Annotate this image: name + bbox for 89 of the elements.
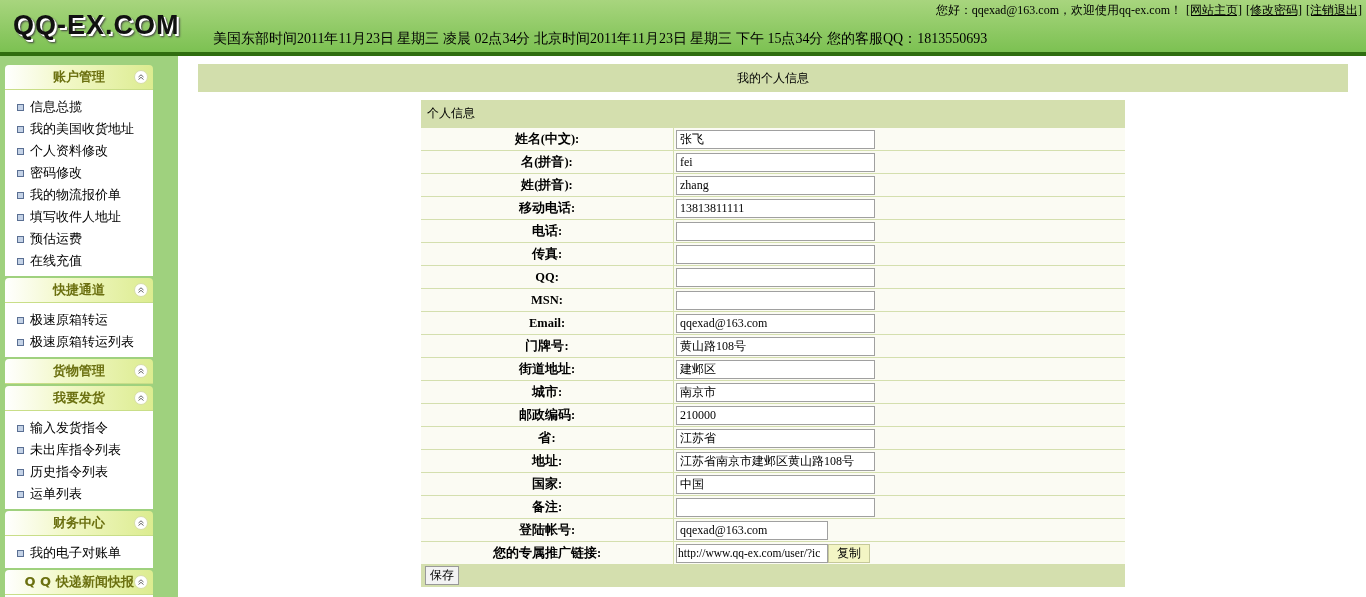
greeting-text: 您好：qqexad@163.com，欢迎使用qq-ex.com！ [935, 2, 1182, 19]
page-title: 我的个人信息 [737, 69, 809, 87]
collapse-icon[interactable] [134, 391, 148, 405]
field-label: 街道地址: [421, 358, 674, 380]
sidebar-item[interactable]: 运单列表 [30, 485, 82, 503]
bullet-icon [17, 338, 24, 346]
input-field[interactable]: zhang [676, 175, 875, 195]
input-field[interactable]: 张飞 [676, 129, 875, 149]
sidebar-item[interactable]: 极速原箱转运列表 [30, 333, 134, 351]
sidebar-item[interactable]: 历史指令列表 [30, 463, 108, 481]
collapse-icon[interactable] [134, 516, 148, 530]
save-button[interactable]: 保存 [425, 566, 459, 585]
input-field[interactable] [676, 221, 875, 241]
field-label: 您的专属推广链接: [421, 542, 674, 564]
field-label: MSN: [421, 289, 674, 311]
collapse-icon[interactable] [134, 70, 148, 84]
bullet-icon [17, 147, 24, 155]
sidebar-item[interactable]: 极速原箱转运 [30, 311, 108, 329]
sidebar-section-header[interactable]: 账户管理 [5, 65, 153, 90]
header-link[interactable]: [注销退出] [1306, 2, 1362, 19]
sidebar-item[interactable]: 个人资料修改 [30, 142, 108, 160]
bullet-icon [17, 213, 24, 221]
field-label: 移动电话: [421, 197, 674, 219]
field-label: 地址: [421, 450, 674, 472]
input-field[interactable]: 南京市 [676, 382, 875, 402]
field-label: 城市: [421, 381, 674, 403]
input-field[interactable]: fei [676, 152, 875, 172]
input-field[interactable]: 210000 [676, 405, 875, 425]
sidebar-item[interactable]: 未出库指令列表 [30, 441, 121, 459]
input-field[interactable]: 江苏省 [676, 428, 875, 448]
sidebar-section-header[interactable]: 我要发货 [5, 386, 153, 411]
bullet-icon [17, 446, 24, 454]
field-label: 姓名(中文): [421, 128, 674, 150]
field-label: 省: [421, 427, 674, 449]
bullet-icon [17, 125, 24, 133]
input-field[interactable]: qqexad@163.com [676, 313, 875, 333]
input-field[interactable] [676, 290, 875, 310]
field-label: Email: [421, 312, 674, 334]
sidebar-item[interactable]: 填写收件人地址 [30, 208, 121, 226]
form-title: 个人信息 [421, 100, 1125, 127]
input-field[interactable] [676, 244, 875, 264]
field-label: 国家: [421, 473, 674, 495]
field-label: 传真: [421, 243, 674, 265]
sidebar-item[interactable]: 信息总揽 [30, 98, 82, 116]
field-label: 门牌号: [421, 335, 674, 357]
input-field[interactable]: qqexad@163.com [676, 520, 828, 540]
collapse-icon[interactable] [134, 364, 148, 378]
field-label: 电话: [421, 220, 674, 242]
bullet-icon [17, 169, 24, 177]
bullet-icon [17, 235, 24, 243]
sidebar-item[interactable]: 预估运费 [30, 230, 82, 248]
bullet-icon [17, 103, 24, 111]
sidebar-section-header[interactable]: 货物管理 [5, 359, 153, 384]
sidebar-item[interactable]: 我的美国收货地址 [30, 120, 134, 138]
bullet-icon [17, 549, 24, 557]
time-text: 美国东部时间2011年11月23日 星期三 凌晨 02点34分 北京时间2011年11月23日 星期三 下午 15点34分 您的客服QQ：1813550693 [213, 30, 988, 48]
input-field[interactable]: 中国 [676, 474, 875, 494]
input-field[interactable]: 黄山路108号 [676, 336, 875, 356]
field-label: 登陆帐号: [421, 519, 674, 541]
sidebar-item[interactable]: 输入发货指令 [30, 419, 108, 437]
sidebar-section-header[interactable]: Q Q 快递新闻快报 [5, 570, 153, 595]
field-label: 名(拼音): [421, 151, 674, 173]
input-field[interactable] [676, 497, 875, 517]
collapse-icon[interactable] [134, 575, 148, 589]
bullet-icon [17, 257, 24, 265]
bullet-icon [17, 316, 24, 324]
sidebar-section-header[interactable]: 财务中心 [5, 511, 153, 536]
field-label: QQ: [421, 266, 674, 288]
bullet-icon [17, 468, 24, 476]
header-link[interactable]: [修改密码] [1246, 2, 1302, 19]
bullet-icon [17, 424, 24, 432]
bullet-icon [17, 191, 24, 199]
field-label: 邮政编码: [421, 404, 674, 426]
sidebar-item[interactable]: 密码修改 [30, 164, 82, 182]
site-logo[interactable]: QQ-EX.COM [13, 10, 180, 42]
field-label: 备注: [421, 496, 674, 518]
link-field[interactable]: http://www.qq-ex.com/user/?ic [676, 543, 828, 563]
header-link[interactable]: [网站主页] [1186, 2, 1242, 19]
field-label: 姓(拼音): [421, 174, 674, 196]
input-field[interactable]: 建邺区 [676, 359, 875, 379]
bullet-icon [17, 490, 24, 498]
input-field[interactable] [676, 267, 875, 287]
input-field[interactable]: 江苏省南京市建邺区黄山路108号 [676, 451, 875, 471]
collapse-icon[interactable] [134, 283, 148, 297]
input-field[interactable]: 13813811111 [676, 198, 875, 218]
copy-button[interactable]: 复制 [828, 543, 870, 563]
sidebar-item[interactable]: 在线充值 [30, 252, 82, 270]
sidebar-section-header[interactable]: 快捷通道 [5, 278, 153, 303]
sidebar-item[interactable]: 我的物流报价单 [30, 186, 121, 204]
